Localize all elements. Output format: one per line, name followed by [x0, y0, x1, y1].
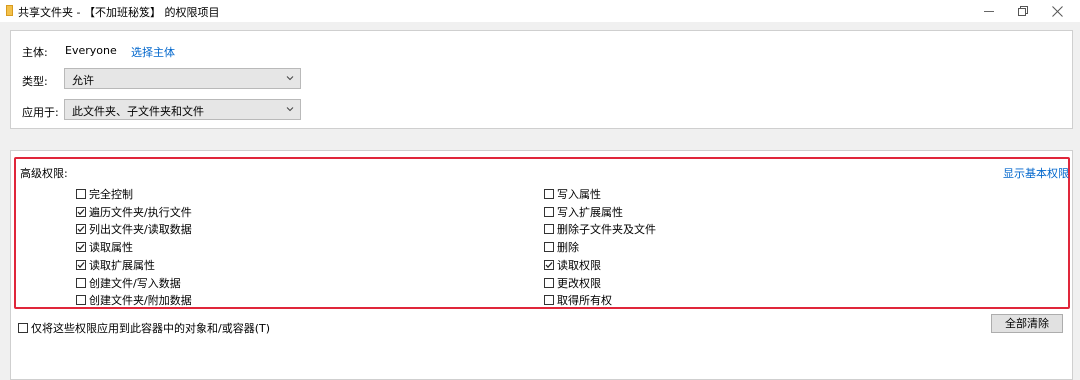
permission-checkbox[interactable]: 写入扩展属性 [544, 204, 623, 220]
permission-checkbox[interactable]: 遍历文件夹/执行文件 [76, 204, 192, 220]
permission-checkbox[interactable]: 读取扩展属性 [76, 257, 155, 273]
permission-checkbox[interactable]: 创建文件夹/附加数据 [76, 292, 192, 308]
permission-label: 写入扩展属性 [557, 205, 623, 219]
checkbox-checked-icon [544, 259, 554, 270]
principal-value: Everyone [65, 44, 117, 57]
permission-checkbox[interactable]: 列出文件夹/读取数据 [76, 221, 192, 237]
permission-checkbox[interactable]: 取得所有权 [544, 292, 612, 308]
applies-to-label: 应用于: [22, 106, 59, 119]
checkbox-box [544, 206, 554, 217]
permission-checkbox[interactable]: 完全控制 [76, 186, 133, 202]
checkbox-box [76, 295, 86, 306]
checkbox-checked-icon [76, 242, 86, 253]
checkbox-box [544, 295, 554, 306]
type-select[interactable]: 允许 [64, 68, 301, 89]
applies-to-selected-value: 此文件夹、子文件夹和文件 [72, 105, 204, 118]
permission-checkbox[interactable]: 读取属性 [76, 239, 133, 255]
permission-checkbox[interactable]: 更改权限 [544, 275, 601, 291]
apply-only-label: 仅将这些权限应用到此容器中的对象和/或容器(T) [31, 322, 271, 335]
permission-label: 删除子文件夹及文件 [557, 223, 656, 237]
permission-label: 写入属性 [557, 188, 601, 201]
checkbox-checked-icon [76, 259, 86, 270]
checkbox-box [544, 224, 554, 235]
type-selected-value: 允许 [72, 74, 94, 87]
checkbox-box [76, 277, 86, 288]
principal-panel: 主体: Everyone 选择主体 类型: 允许 应用于: 此文件夹、子文件夹和… [10, 30, 1073, 129]
checkbox-box [544, 242, 554, 253]
apply-only-checkbox[interactable]: 仅将这些权限应用到此容器中的对象和/或容器(T) [18, 320, 270, 336]
permission-checkbox[interactable]: 删除子文件夹及文件 [544, 221, 656, 237]
folder-icon [6, 5, 13, 16]
checkbox-checked-icon [76, 224, 86, 235]
advanced-permissions-heading: 高级权限: [20, 167, 68, 180]
chevron-down-icon [286, 107, 294, 112]
checkbox-box [544, 189, 554, 199]
permission-label: 完全控制 [89, 188, 133, 201]
permission-label: 创建文件夹/附加数据 [89, 294, 192, 308]
show-basic-permissions-link[interactable]: 显示基本权限 [1003, 165, 1069, 181]
restore-icon [1018, 6, 1028, 16]
type-label: 类型: [22, 75, 48, 88]
window-title: 共享文件夹 - 【不加班秘笈】 的权限项目 [18, 6, 220, 19]
permission-label: 创建文件/写入数据 [89, 276, 181, 290]
checkbox-checked-icon [76, 206, 86, 217]
permission-checkbox[interactable]: 删除 [544, 239, 579, 255]
clear-all-button[interactable]: 全部清除 [991, 314, 1063, 333]
checkbox-box [544, 277, 554, 288]
close-icon [1051, 5, 1063, 17]
applies-to-select[interactable]: 此文件夹、子文件夹和文件 [64, 99, 301, 120]
checkbox-box [76, 189, 86, 199]
permission-label: 删除 [557, 241, 579, 255]
permission-label: 读取扩展属性 [89, 258, 155, 272]
permission-label: 遍历文件夹/执行文件 [89, 205, 192, 219]
checkbox-box [18, 323, 28, 333]
select-principal-link[interactable]: 选择主体 [131, 44, 175, 60]
permission-label: 列出文件夹/读取数据 [89, 223, 192, 237]
permission-checkbox[interactable]: 创建文件/写入数据 [76, 275, 181, 291]
chevron-down-icon [286, 76, 294, 81]
principal-label: 主体: [22, 46, 48, 59]
permission-label: 更改权限 [557, 276, 601, 290]
minimize-icon [984, 10, 994, 12]
permission-checkbox[interactable]: 写入属性 [544, 186, 601, 202]
permission-label: 取得所有权 [557, 294, 612, 308]
close-button[interactable] [1034, 0, 1080, 22]
permission-label: 读取属性 [89, 241, 133, 255]
title-bar: 共享文件夹 - 【不加班秘笈】 的权限项目 [0, 0, 1080, 22]
permission-label: 读取权限 [557, 258, 601, 272]
permission-checkbox[interactable]: 读取权限 [544, 257, 601, 273]
